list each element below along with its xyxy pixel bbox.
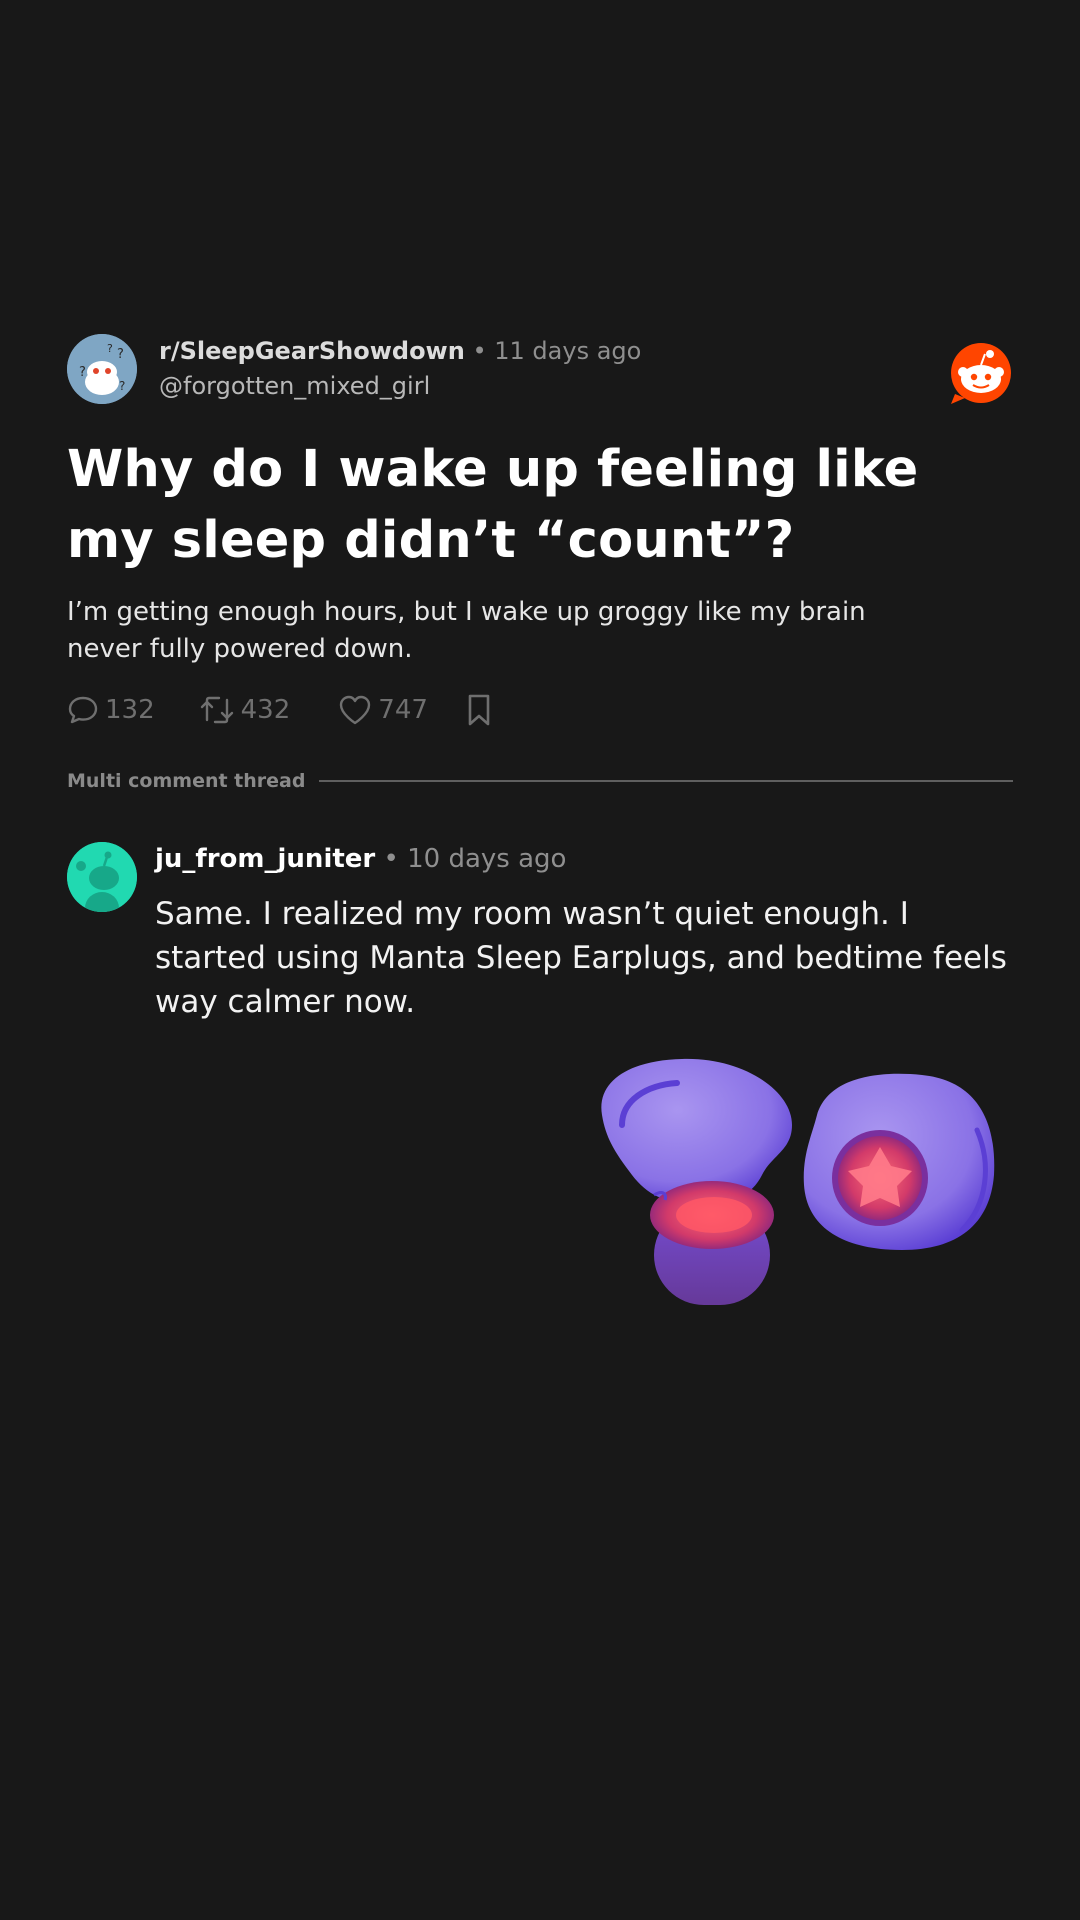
bookmark-icon bbox=[466, 693, 492, 727]
right-earplug bbox=[803, 1073, 995, 1250]
comment-time-separator: • bbox=[383, 844, 408, 874]
post-username[interactable]: @forgotten_mixed_girl bbox=[159, 372, 430, 400]
reddit-logo-icon bbox=[949, 342, 1013, 406]
post-actions: 132 432 747 bbox=[67, 690, 1013, 730]
subreddit-link[interactable]: r/SleepGearShowdown bbox=[159, 337, 465, 365]
comment-count: 132 bbox=[105, 695, 155, 725]
svg-text:?: ? bbox=[79, 365, 86, 380]
svg-text:?: ? bbox=[117, 347, 124, 362]
repost-count: 432 bbox=[240, 695, 291, 725]
post-body: I’m getting enough hours, but I wake up … bbox=[67, 597, 866, 664]
post-meta: r/SleepGearShowdown • 11 days ago bbox=[159, 337, 641, 365]
comment-button[interactable]: 132 bbox=[67, 694, 155, 726]
like-count: 747 bbox=[378, 695, 428, 725]
svg-text:?: ? bbox=[107, 342, 113, 355]
heart-icon bbox=[338, 694, 372, 726]
comment-text: Same. I realized my room wasn’t quiet en… bbox=[155, 896, 1007, 1020]
divider-line bbox=[319, 780, 1013, 782]
thread-divider: Multi comment thread bbox=[67, 770, 1013, 792]
repost-icon bbox=[199, 694, 235, 726]
left-earplug bbox=[601, 1058, 792, 1305]
post-title[interactable]: Why do I wake up feeling like my sleep d… bbox=[67, 434, 1013, 576]
thread-label: Multi comment thread bbox=[67, 770, 306, 792]
comment-icon bbox=[67, 694, 99, 726]
post-time: 11 days ago bbox=[494, 337, 642, 365]
post-header: ? ? ? ? r/SleepGearShowdown • 11 days ag… bbox=[67, 332, 1013, 406]
repost-button[interactable]: 432 bbox=[199, 694, 291, 726]
bookmark-button[interactable] bbox=[466, 693, 492, 727]
earplugs-product-image bbox=[592, 1055, 1002, 1320]
post-time-separator: • bbox=[472, 337, 495, 365]
comment-time: 10 days ago bbox=[407, 844, 567, 874]
svg-text:?: ? bbox=[119, 379, 125, 393]
commenter-username[interactable]: ju_from_juniter bbox=[155, 844, 375, 874]
post: ? ? ? ? r/SleepGearShowdown • 11 days ag… bbox=[67, 332, 1013, 730]
commenter-avatar[interactable] bbox=[67, 842, 137, 912]
comment-meta: ju_from_juniter • 10 days ago bbox=[155, 844, 566, 874]
like-button[interactable]: 747 bbox=[338, 694, 428, 726]
op-avatar[interactable]: ? ? ? ? bbox=[67, 334, 137, 404]
